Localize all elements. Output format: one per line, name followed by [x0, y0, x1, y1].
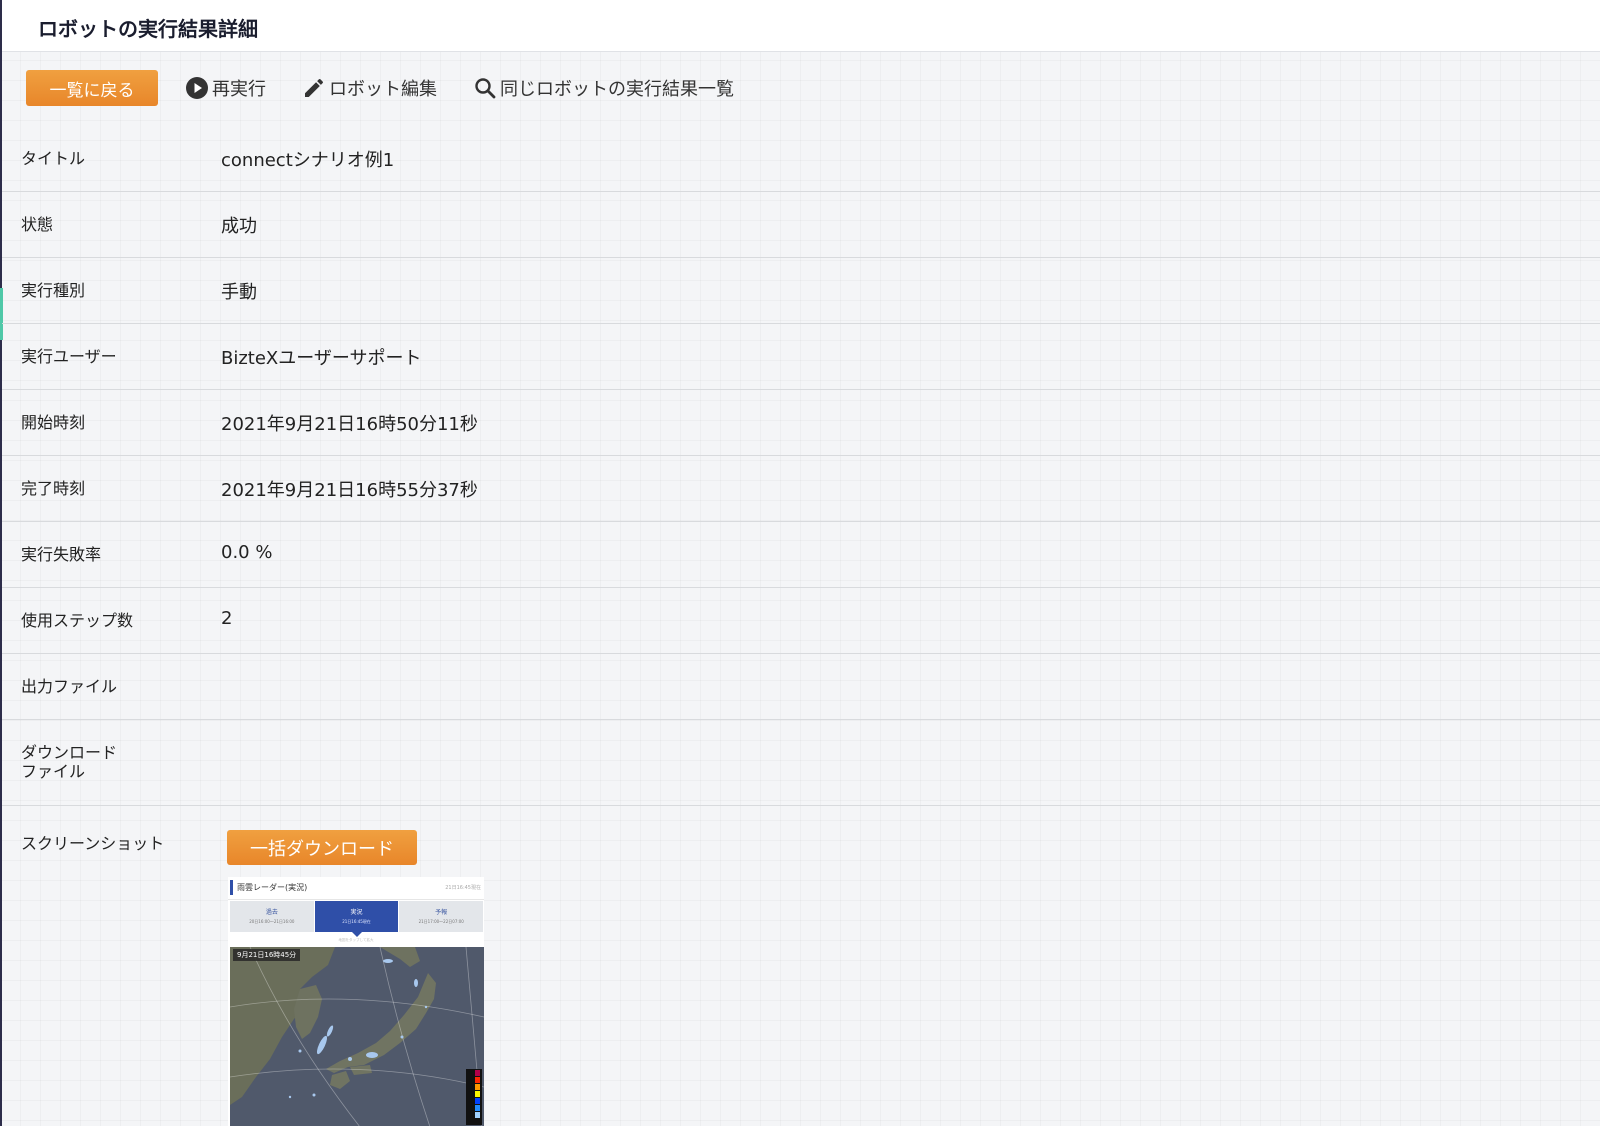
row-label: タイトル	[21, 149, 86, 168]
edit-robot-link[interactable]: ロボット編集	[302, 74, 437, 102]
thumbnail-radar-map: 9月21日16時45分	[230, 947, 484, 1126]
row-label: 使用ステップ数	[21, 611, 134, 630]
row-value-user: BizteXユーザーサポート	[221, 348, 422, 369]
detail-row-status: 状態 成功	[2, 192, 1600, 258]
same-robot-results-link[interactable]: 同じロボットの実行結果一覧	[473, 74, 734, 102]
back-to-list-button[interactable]: 一覧に戻る	[26, 70, 158, 106]
thumbnail-tab-label: 実況	[350, 909, 363, 916]
thumbnail-tab-past: 過去 20日16:00〜21日16:00	[230, 901, 315, 932]
row-label-line: ファイル	[21, 762, 86, 781]
thumbnail-tab-label: 予報	[435, 909, 448, 916]
thumbnail-caption: 地図をタップして拡大	[338, 938, 374, 942]
detail-row-run-type: 実行種別 手動	[2, 258, 1600, 324]
row-value-end-time: 2021年9月21日16時55分37秒	[221, 480, 478, 501]
row-value-start-time: 2021年9月21日16時50分11秒	[221, 414, 478, 435]
rerun-label: 再実行	[212, 79, 266, 100]
thumbnail-tab-range: 20日16:00〜21日16:00	[249, 919, 295, 924]
thumbnail-header: 雨雲レーダー(実況) 21日16:45現在	[228, 877, 484, 900]
radar-color-legend	[466, 1069, 482, 1125]
detail-row-steps: 使用ステップ数 2	[2, 588, 1600, 654]
same-robot-results-label: 同じロボットの実行結果一覧	[500, 79, 734, 100]
thumbnail-title: 雨雲レーダー(実況)	[237, 883, 308, 892]
radar-map-image	[230, 947, 484, 1126]
row-value-status: 成功	[221, 216, 257, 237]
row-label: 出力ファイル	[21, 677, 118, 696]
search-icon	[473, 76, 497, 100]
screenshot-section: スクリーンショット 一括ダウンロード 雨雲レーダー(実況) 21日16:45現在…	[2, 804, 1600, 1126]
thumbnail-tab-range: 21日16:45現在	[342, 919, 371, 924]
thumbnail-tab-now: 実況 21日16:45現在	[314, 901, 400, 937]
page-title: ロボットの実行結果詳細	[38, 17, 258, 41]
row-label: 実行失敗率	[21, 545, 102, 564]
row-label: ダウンロード ファイル	[21, 743, 117, 781]
row-value-title: connectシナリオ例1	[221, 150, 395, 171]
thumbnail-tabs: 過去 20日16:00〜21日16:00 実況 21日16:45現在 予報 21…	[230, 901, 484, 937]
row-value-steps: 2	[221, 608, 233, 629]
screenshot-label: スクリーンショット	[21, 834, 165, 853]
thumbnail-header-bar	[230, 880, 233, 895]
detail-table: タイトル connectシナリオ例1 状態 成功 実行種別 手動 実行ユーザー …	[2, 126, 1600, 806]
detail-row-output-file: 出力ファイル	[2, 654, 1600, 720]
detail-row-title: タイトル connectシナリオ例1	[2, 126, 1600, 192]
thumbnail-tab-label: 過去	[265, 909, 278, 916]
thumbnail-tab-range: 21日17:00〜22日07:00	[418, 919, 464, 924]
rerun-link[interactable]: 再実行	[185, 74, 266, 102]
detail-row-failure-rate: 実行失敗率 0.0 %	[2, 522, 1600, 588]
row-label: 状態	[21, 215, 54, 234]
play-circle-icon	[185, 76, 209, 100]
row-value-failure-rate: 0.0 %	[221, 542, 273, 563]
page-header: ロボットの実行結果詳細	[2, 0, 1600, 52]
detail-row-end-time: 完了時刻 2021年9月21日16時55分37秒	[2, 456, 1600, 522]
pencil-icon	[302, 76, 326, 100]
row-label: 実行ユーザー	[21, 347, 117, 366]
detail-row-download-file: ダウンロード ファイル	[2, 720, 1600, 806]
row-label: 開始時刻	[21, 413, 86, 432]
edit-robot-label: ロボット編集	[329, 79, 437, 100]
row-label-line: ダウンロード	[21, 743, 118, 762]
bulk-download-button[interactable]: 一括ダウンロード	[227, 830, 417, 865]
detail-row-user: 実行ユーザー BizteXユーザーサポート	[2, 324, 1600, 390]
radar-map-time: 9月21日16時45分	[233, 949, 301, 961]
toolbar: 一覧に戻る 再実行 ロボット編集 同じロボットの実行結果一覧	[0, 70, 1600, 106]
detail-row-start-time: 開始時刻 2021年9月21日16時50分11秒	[2, 390, 1600, 456]
row-value-run-type: 手動	[221, 282, 257, 303]
thumbnail-tab-forecast: 予報 21日17:00〜22日07:00	[399, 901, 484, 932]
screenshot-thumbnail[interactable]: 雨雲レーダー(実況) 21日16:45現在 過去 20日16:00〜21日16:…	[228, 877, 484, 1126]
thumbnail-time: 21日16:45現在	[445, 885, 481, 891]
row-label: 実行種別	[21, 281, 86, 300]
row-label: 完了時刻	[21, 479, 86, 498]
